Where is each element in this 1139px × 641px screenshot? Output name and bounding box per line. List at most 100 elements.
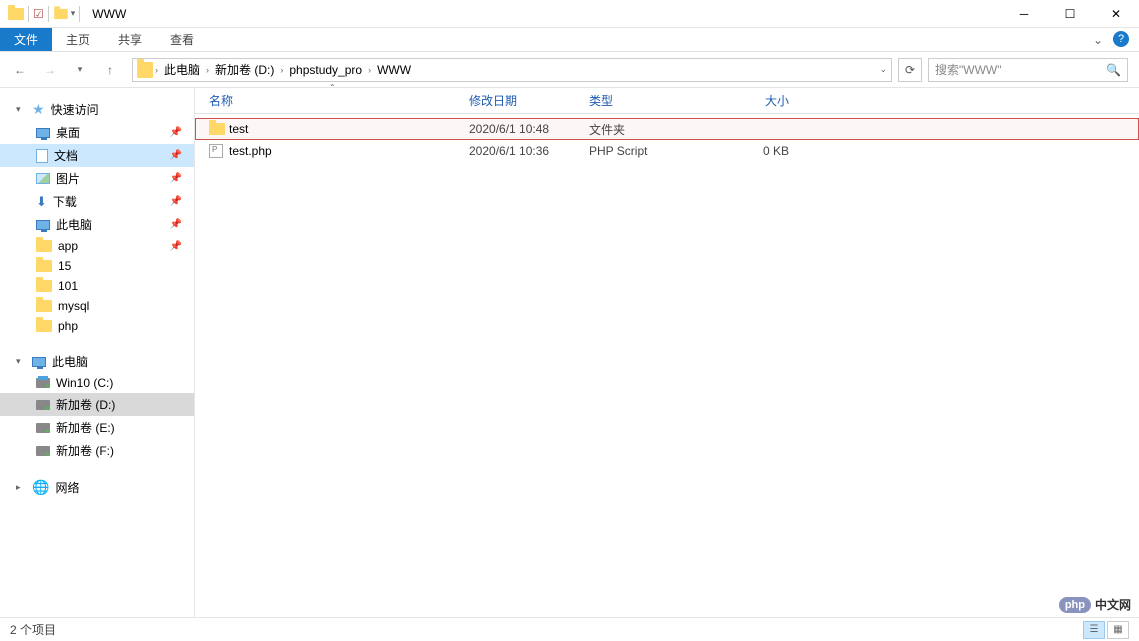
status-bar: 2 个项目 ☰ ▦ xyxy=(0,617,1139,641)
file-name: test.php xyxy=(229,144,469,158)
crumb-separator[interactable]: › xyxy=(368,65,371,75)
column-date[interactable]: 修改日期 xyxy=(469,92,589,109)
sidebar-label: 网络 xyxy=(55,479,79,496)
php-file-icon xyxy=(209,144,223,158)
refresh-button[interactable]: ⟳ xyxy=(898,58,922,82)
chevron-down-icon[interactable]: ▾ xyxy=(16,104,26,115)
folder-icon xyxy=(209,123,225,135)
sidebar-item-label: Win10 (C:) xyxy=(56,376,113,390)
tab-file[interactable]: 文件 xyxy=(0,28,52,51)
sidebar-drive-item[interactable]: 新加卷 (F:) xyxy=(0,439,194,462)
folder-icon xyxy=(36,260,52,272)
file-row[interactable]: test2020/6/1 10:48文件夹 xyxy=(195,118,1139,140)
sidebar-item[interactable]: 15 xyxy=(0,256,194,276)
sidebar-item[interactable]: app📌 xyxy=(0,236,194,256)
breadcrumb[interactable]: phpstudy_pro xyxy=(285,63,366,77)
sidebar-item-label: php xyxy=(58,319,78,333)
file-row[interactable]: test.php2020/6/1 10:36PHP Script0 KB xyxy=(195,140,1139,162)
qat-folder-icon[interactable] xyxy=(54,8,68,18)
sidebar-item[interactable]: ⬇下载📌 xyxy=(0,190,194,213)
breadcrumb[interactable]: 此电脑 xyxy=(160,61,204,78)
sidebar-label: 快速访问 xyxy=(51,101,99,118)
address-dropdown-icon[interactable]: ⌄ xyxy=(879,64,887,75)
chevron-down-icon[interactable]: ▾ xyxy=(16,356,26,367)
breadcrumb[interactable]: 新加卷 (D:) xyxy=(211,61,278,78)
pin-icon: 📌 xyxy=(170,173,182,184)
column-size[interactable]: 大小 xyxy=(709,92,789,109)
network-icon: 🌐 xyxy=(32,479,49,496)
tab-view[interactable]: 查看 xyxy=(156,28,208,51)
sidebar-item-label: 新加卷 (D:) xyxy=(56,396,115,413)
sidebar-item-label: 101 xyxy=(58,279,78,293)
app-folder-icon xyxy=(8,8,24,20)
sidebar-drive-item[interactable]: Win10 (C:) xyxy=(0,373,194,393)
sidebar: ▾ ★ 快速访问 桌面📌文档📌图片📌⬇下载📌此电脑📌app📌15101mysql… xyxy=(0,88,195,618)
sidebar-item[interactable]: php xyxy=(0,316,194,336)
column-name[interactable]: 名称 ⌃ xyxy=(209,92,469,109)
monitor-icon xyxy=(32,357,46,367)
sort-indicator-icon: ⌃ xyxy=(329,83,336,92)
watermark-badge: php xyxy=(1059,597,1091,613)
tab-home[interactable]: 主页 xyxy=(52,28,104,51)
window-title: WWW xyxy=(92,7,126,21)
sidebar-item[interactable]: mysql xyxy=(0,296,194,316)
breadcrumb[interactable]: WWW xyxy=(373,63,415,77)
sidebar-item-label: 新加卷 (F:) xyxy=(56,442,114,459)
content-pane: 名称 ⌃ 修改日期 类型 大小 test2020/6/1 10:48文件夹tes… xyxy=(195,88,1139,618)
watermark: php 中文网 xyxy=(1059,596,1131,613)
search-input[interactable]: 搜索"WWW" 🔍 xyxy=(928,58,1128,82)
item-count: 2 个项目 xyxy=(10,621,56,638)
qat-separator xyxy=(28,6,29,22)
ribbon-collapse-icon[interactable]: ⌄ xyxy=(1093,28,1103,52)
help-icon[interactable]: ? xyxy=(1113,31,1129,47)
sidebar-quick-access[interactable]: ▾ ★ 快速访问 xyxy=(0,98,194,121)
file-date: 2020/6/1 10:48 xyxy=(469,122,589,136)
recent-dropdown[interactable]: ▾ xyxy=(68,58,92,82)
sidebar-drive-item[interactable]: 新加卷 (D:) xyxy=(0,393,194,416)
sidebar-item-label: 下载 xyxy=(53,193,77,210)
minimize-button[interactable]: ─ xyxy=(1001,0,1047,28)
column-type[interactable]: 类型 xyxy=(589,92,709,109)
disk-icon xyxy=(36,446,50,456)
download-icon: ⬇ xyxy=(36,194,47,210)
sidebar-item-label: 文档 xyxy=(54,147,78,164)
sidebar-item[interactable]: 101 xyxy=(0,276,194,296)
qat-dropdown[interactable]: ▾ xyxy=(71,8,76,19)
search-icon[interactable]: 🔍 xyxy=(1106,63,1121,77)
main-area: ▾ ★ 快速访问 桌面📌文档📌图片📌⬇下载📌此电脑📌app📌15101mysql… xyxy=(0,88,1139,618)
qat-separator xyxy=(48,6,49,22)
sidebar-this-pc[interactable]: ▾ 此电脑 xyxy=(0,350,194,373)
crumb-separator[interactable]: › xyxy=(155,65,158,75)
crumb-separator[interactable]: › xyxy=(206,65,209,75)
file-name: test xyxy=(229,122,469,136)
crumb-separator[interactable]: › xyxy=(280,65,283,75)
sidebar-drive-item[interactable]: 新加卷 (E:) xyxy=(0,416,194,439)
star-icon: ★ xyxy=(32,101,45,118)
address-bar[interactable]: › 此电脑 › 新加卷 (D:) › phpstudy_pro › WWW ⌄ xyxy=(132,58,892,82)
maximize-button[interactable]: ☐ xyxy=(1047,0,1093,28)
back-button[interactable]: ← xyxy=(8,58,32,82)
close-button[interactable]: ✕ xyxy=(1093,0,1139,28)
sidebar-item[interactable]: 桌面📌 xyxy=(0,121,194,144)
pin-icon: 📌 xyxy=(170,150,182,161)
qat-item[interactable]: ☑ xyxy=(33,7,44,21)
search-placeholder: 搜索"WWW" xyxy=(935,61,1002,78)
document-icon xyxy=(36,149,48,163)
forward-button[interactable]: → xyxy=(38,58,62,82)
file-type: 文件夹 xyxy=(589,121,709,138)
qat-separator xyxy=(79,6,80,22)
sidebar-item[interactable]: 此电脑📌 xyxy=(0,213,194,236)
up-button[interactable]: ↑ xyxy=(98,58,122,82)
sidebar-item[interactable]: 图片📌 xyxy=(0,167,194,190)
sidebar-item-label: 此电脑 xyxy=(56,216,92,233)
sidebar-item[interactable]: 文档 📌 xyxy=(0,144,194,167)
sidebar-network[interactable]: ▸ 🌐 网络 xyxy=(0,476,194,499)
details-view-button[interactable]: ☰ xyxy=(1083,621,1105,639)
icons-view-button[interactable]: ▦ xyxy=(1107,621,1129,639)
tab-share[interactable]: 共享 xyxy=(104,28,156,51)
file-icon-cell xyxy=(209,144,229,158)
column-headers: 名称 ⌃ 修改日期 类型 大小 xyxy=(195,88,1139,114)
file-size: 0 KB xyxy=(709,144,789,158)
chevron-right-icon[interactable]: ▸ xyxy=(16,482,26,493)
navigation-bar: ← → ▾ ↑ › 此电脑 › 新加卷 (D:) › phpstudy_pro … xyxy=(0,52,1139,88)
